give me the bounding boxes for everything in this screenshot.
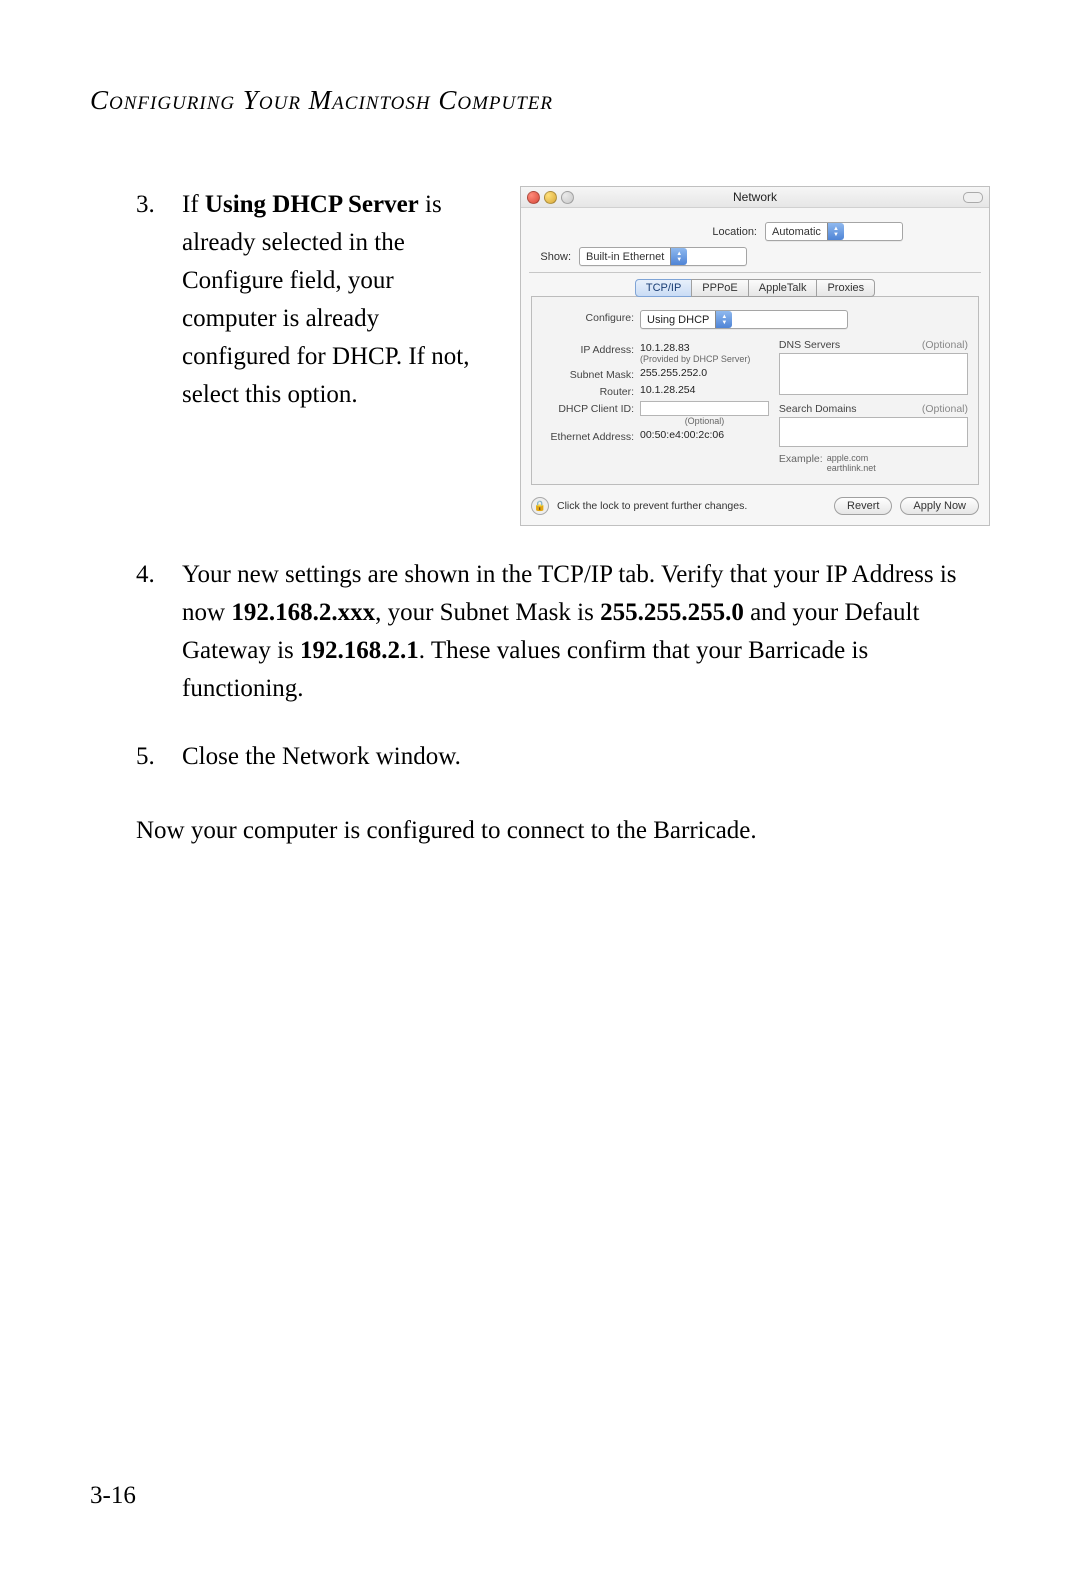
search-label: Search Domains <box>779 403 857 415</box>
ip-label: IP Address: <box>542 342 640 356</box>
tab-tcpip[interactable]: TCP/IP <box>635 279 692 297</box>
dns-label: DNS Servers <box>779 339 840 351</box>
step-4-b2: 255.255.255.0 <box>600 599 744 626</box>
step-3: 3. If Using DHCP Server is already selec… <box>90 186 492 526</box>
location-value: Automatic <box>772 226 821 238</box>
step-4-text: Your new settings are shown in the TCP/I… <box>182 556 990 708</box>
ip-note: (Provided by DHCP Server) <box>640 354 769 364</box>
divider <box>529 272 981 273</box>
configure-label: Configure: <box>542 310 640 324</box>
tab-proxies[interactable]: Proxies <box>816 279 875 297</box>
example-1: apple.com <box>827 453 968 463</box>
example-label: Example: <box>779 453 827 465</box>
panel-footer: 🔒 Click the lock to prevent further chan… <box>531 497 979 515</box>
step-3-wrap: 3. If Using DHCP Server is already selec… <box>90 186 990 526</box>
step-3-lead: If <box>182 191 205 218</box>
content: 3. If Using DHCP Server is already selec… <box>90 186 990 850</box>
show-select[interactable]: Built-in Ethernet <box>579 247 747 266</box>
chevron-updown-icon <box>670 248 687 265</box>
router-label: Router: <box>542 384 640 398</box>
page-header: Configuring Your Macintosh Computer <box>90 85 990 116</box>
location-label: Location: <box>607 226 765 238</box>
chevron-updown-icon <box>827 223 844 240</box>
page-number: 3-16 <box>90 1482 136 1510</box>
right-col: DNS Servers (Optional) Search Domains (O… <box>779 339 968 476</box>
tabs: TCP/IP PPPoE AppleTalk Proxies <box>531 279 979 297</box>
chevron-updown-icon <box>715 311 732 328</box>
subnet-value: 255.255.252.0 <box>640 367 769 379</box>
show-value: Built-in Ethernet <box>586 251 664 263</box>
show-label: Show: <box>531 251 579 263</box>
window-title: Network <box>521 190 989 204</box>
dhcp-client-note: (Optional) <box>640 416 769 426</box>
step-3-bold: Using DHCP Server <box>205 191 419 218</box>
dhcp-client-label: DHCP Client ID: <box>542 401 640 415</box>
step-3-rest: is already selected in the Configure fie… <box>182 191 469 408</box>
dhcp-client-input[interactable] <box>640 401 769 416</box>
step-4-b1: 192.168.2.xxx <box>231 599 375 626</box>
lock-text: Click the lock to prevent further change… <box>557 500 826 512</box>
step-5-text: Close the Network window. <box>182 738 990 776</box>
step-3-text: If Using DHCP Server is already selected… <box>182 186 492 526</box>
ethernet-label: Ethernet Address: <box>542 429 640 443</box>
step-4: 4. Your new settings are shown in the TC… <box>90 556 990 708</box>
configure-select[interactable]: Using DHCP <box>640 310 848 329</box>
closing-text: Now your computer is configured to conne… <box>136 812 990 850</box>
toolbar-pill-icon[interactable] <box>963 192 983 203</box>
lock-icon[interactable]: 🔒 <box>531 497 549 515</box>
titlebar: Network <box>521 187 989 208</box>
step-5-number: 5. <box>136 738 155 776</box>
router-value: 10.1.28.254 <box>640 384 769 396</box>
body-steps: 4. Your new settings are shown in the TC… <box>90 556 990 806</box>
two-col: IP Address: 10.1.28.83 (Provided by DHCP… <box>542 339 968 476</box>
subnet-label: Subnet Mask: <box>542 367 640 381</box>
revert-button[interactable]: Revert <box>834 497 892 515</box>
example-2: earthlink.net <box>827 463 968 473</box>
left-col: IP Address: 10.1.28.83 (Provided by DHCP… <box>542 339 769 476</box>
tab-pppoe[interactable]: PPPoE <box>691 279 748 297</box>
tab-content: Configure: Using DHCP <box>531 296 979 485</box>
document-page: Configuring Your Macintosh Computer 3. I… <box>0 0 1080 1570</box>
dns-optional: (Optional) <box>922 339 968 351</box>
search-textbox[interactable] <box>779 417 968 447</box>
macos-network-panel: Network Location: Automatic Show: <box>520 186 990 526</box>
tab-appletalk[interactable]: AppleTalk <box>748 279 818 297</box>
step-3-number: 3. <box>136 186 155 224</box>
search-optional: (Optional) <box>922 403 968 415</box>
step-5: 5. Close the Network window. <box>90 738 990 776</box>
location-select[interactable]: Automatic <box>765 222 903 241</box>
dns-textbox[interactable] <box>779 353 968 395</box>
ethernet-value: 00:50:e4:00:2c:06 <box>640 429 769 441</box>
step-4-b3: 192.168.2.1 <box>300 637 419 664</box>
configure-value: Using DHCP <box>647 314 709 326</box>
step-4-t2: , your Subnet Mask is <box>375 599 600 626</box>
step-4-number: 4. <box>136 556 155 594</box>
apply-now-button[interactable]: Apply Now <box>900 497 979 515</box>
panel-body: Location: Automatic Show: Built-in Ether… <box>521 208 989 525</box>
ip-value: 10.1.28.83 <box>640 342 769 354</box>
